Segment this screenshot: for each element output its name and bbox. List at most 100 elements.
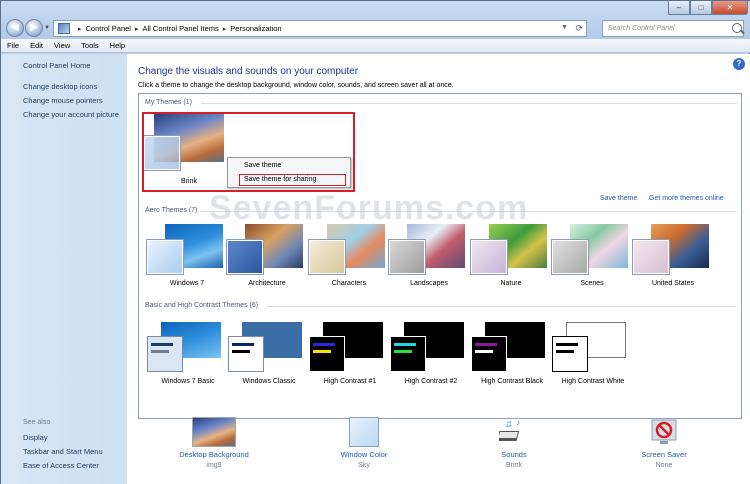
title-bar-preview bbox=[151, 343, 173, 346]
window-preview bbox=[552, 240, 588, 274]
divider bbox=[201, 211, 737, 212]
window-preview bbox=[390, 336, 426, 372]
get-more-themes-link[interactable]: Get more themes online bbox=[649, 195, 724, 202]
text-preview bbox=[556, 350, 574, 353]
window-preview bbox=[471, 240, 507, 274]
desktop-background-value: img9 bbox=[206, 462, 222, 469]
theme-high-contrast-2[interactable]: High Contrast #2 bbox=[390, 322, 472, 394]
back-button[interactable]: ◀ bbox=[6, 19, 24, 37]
theme-label: High Contrast White bbox=[561, 378, 625, 385]
divider bbox=[201, 103, 737, 104]
theme-label: High Contrast #2 bbox=[404, 378, 458, 385]
address-bar[interactable]: ▸ Control Panel ▸ All Control Panel Item… bbox=[53, 20, 587, 37]
theme-characters[interactable]: Characters bbox=[309, 224, 389, 302]
refresh-icon[interactable]: ⟳ bbox=[575, 23, 583, 34]
change-mouse-pointers-link[interactable]: Change mouse pointers bbox=[23, 96, 103, 105]
window-preview bbox=[227, 240, 263, 274]
title-bar-preview bbox=[394, 343, 416, 346]
screen-saver-title[interactable]: Screen Saver bbox=[619, 450, 709, 459]
menu-file[interactable]: File bbox=[7, 39, 19, 52]
chevron-right-icon[interactable]: ▸ bbox=[223, 25, 227, 33]
desktop-background-icon bbox=[192, 417, 236, 447]
context-save-theme[interactable]: Save theme bbox=[244, 162, 281, 169]
breadcrumb-control-panel[interactable]: Control Panel bbox=[86, 24, 131, 33]
control-panel-home-link[interactable]: Control Panel Home bbox=[23, 61, 91, 70]
window-color-button[interactable]: Window Color Sky bbox=[319, 417, 409, 477]
screen-saver-value: None bbox=[655, 462, 673, 469]
breadcrumb-all-items[interactable]: All Control Panel Items bbox=[142, 24, 218, 33]
text-preview bbox=[394, 350, 412, 353]
display-link[interactable]: Display bbox=[23, 433, 48, 442]
theme-label: High Contrast #1 bbox=[323, 378, 377, 385]
menu-view[interactable]: View bbox=[54, 39, 70, 52]
see-also-heading: See also bbox=[23, 419, 51, 426]
theme-label: Windows 7 Basic bbox=[161, 378, 215, 385]
ease-of-access-link[interactable]: Ease of Access Center bbox=[23, 461, 99, 470]
context-menu: Save theme Save theme for sharing bbox=[227, 157, 351, 188]
theme-landscapes[interactable]: Landscapes bbox=[389, 224, 469, 302]
caption-buttons: – □ ✕ bbox=[668, 1, 748, 15]
theme-label: Nature bbox=[500, 280, 522, 287]
theme-label: Scenes bbox=[580, 280, 604, 287]
text-preview bbox=[313, 350, 331, 353]
theme-high-contrast-white[interactable]: High Contrast White bbox=[552, 322, 634, 394]
theme-windows-classic[interactable]: Windows Classic bbox=[228, 322, 310, 394]
page-title: Change the visuals and sounds on your co… bbox=[138, 66, 359, 77]
theme-nature[interactable]: Nature bbox=[471, 224, 551, 302]
annotation-highlight-box bbox=[239, 174, 346, 186]
window-preview bbox=[471, 336, 507, 372]
menu-help[interactable]: Help bbox=[110, 39, 125, 52]
title-bar-preview bbox=[232, 343, 254, 346]
theme-united-states[interactable]: United States bbox=[633, 224, 713, 302]
save-theme-link[interactable]: Save theme bbox=[600, 195, 637, 202]
forward-button[interactable]: ▶ bbox=[25, 19, 43, 37]
menu-edit[interactable]: Edit bbox=[30, 39, 43, 52]
divider bbox=[267, 306, 737, 307]
breadcrumb-personalization[interactable]: Personalization bbox=[230, 24, 281, 33]
theme-label: Windows 7 bbox=[169, 280, 205, 287]
taskbar-start-menu-link[interactable]: Taskbar and Start Menu bbox=[23, 447, 103, 456]
recent-pages-chevron-icon[interactable]: ▼ bbox=[44, 25, 50, 31]
theme-label: Windows Classic bbox=[242, 378, 296, 385]
maximize-button[interactable]: □ bbox=[690, 1, 712, 15]
window-color-icon bbox=[349, 417, 379, 447]
change-account-picture-link[interactable]: Change your account picture bbox=[23, 110, 119, 119]
text-preview bbox=[151, 350, 169, 353]
screen-saver-button[interactable]: Screen Saver None bbox=[619, 417, 709, 477]
svg-text:♫: ♫ bbox=[505, 419, 513, 430]
close-button[interactable]: ✕ bbox=[712, 1, 748, 15]
theme-windows-7[interactable]: Windows 7 bbox=[147, 224, 227, 302]
change-desktop-icons-link[interactable]: Change desktop icons bbox=[23, 82, 97, 91]
chevron-right-icon[interactable]: ▸ bbox=[135, 25, 139, 33]
theme-high-contrast-black[interactable]: High Contrast Black bbox=[471, 322, 553, 394]
theme-windows-7-basic[interactable]: Windows 7 Basic bbox=[147, 322, 229, 394]
theme-architecture[interactable]: Architecture bbox=[227, 224, 307, 302]
theme-label: United States bbox=[651, 280, 695, 287]
window-preview bbox=[228, 336, 264, 372]
theme-label: Landscapes bbox=[410, 280, 448, 287]
search-icon[interactable] bbox=[732, 23, 742, 33]
menu-tools[interactable]: Tools bbox=[81, 39, 99, 52]
desktop-background-title[interactable]: Desktop Background bbox=[169, 450, 259, 459]
address-dropdown-icon[interactable]: ▼ bbox=[561, 24, 568, 31]
window-color-title[interactable]: Window Color bbox=[319, 450, 409, 459]
sounds-button[interactable]: ♫ ♪ Sounds Brink bbox=[469, 417, 559, 477]
text-preview bbox=[232, 350, 250, 353]
window-preview bbox=[552, 336, 588, 372]
sounds-icon: ♫ ♪ bbox=[496, 417, 529, 447]
help-icon[interactable]: ? bbox=[733, 58, 745, 70]
minimize-button[interactable]: – bbox=[668, 1, 690, 15]
basic-themes-heading: Basic and High Contrast Themes (6) bbox=[145, 302, 259, 309]
title-bar-preview bbox=[556, 343, 578, 346]
title-bar: ◀ ▶ ▼ ▸ Control Panel ▸ All Control Pane… bbox=[1, 1, 750, 39]
search-input[interactable]: Search Control Panel bbox=[602, 20, 744, 37]
chevron-right-icon[interactable]: ▸ bbox=[78, 25, 82, 33]
desktop-background-button[interactable]: Desktop Background img9 bbox=[169, 417, 259, 477]
theme-label: Characters bbox=[331, 280, 367, 287]
window-preview bbox=[309, 336, 345, 372]
theme-high-contrast-1[interactable]: High Contrast #1 bbox=[309, 322, 391, 394]
theme-scenes[interactable]: Scenes bbox=[552, 224, 632, 302]
window-preview bbox=[389, 240, 425, 274]
screen-saver-icon bbox=[649, 417, 679, 447]
sounds-title[interactable]: Sounds bbox=[469, 450, 559, 459]
